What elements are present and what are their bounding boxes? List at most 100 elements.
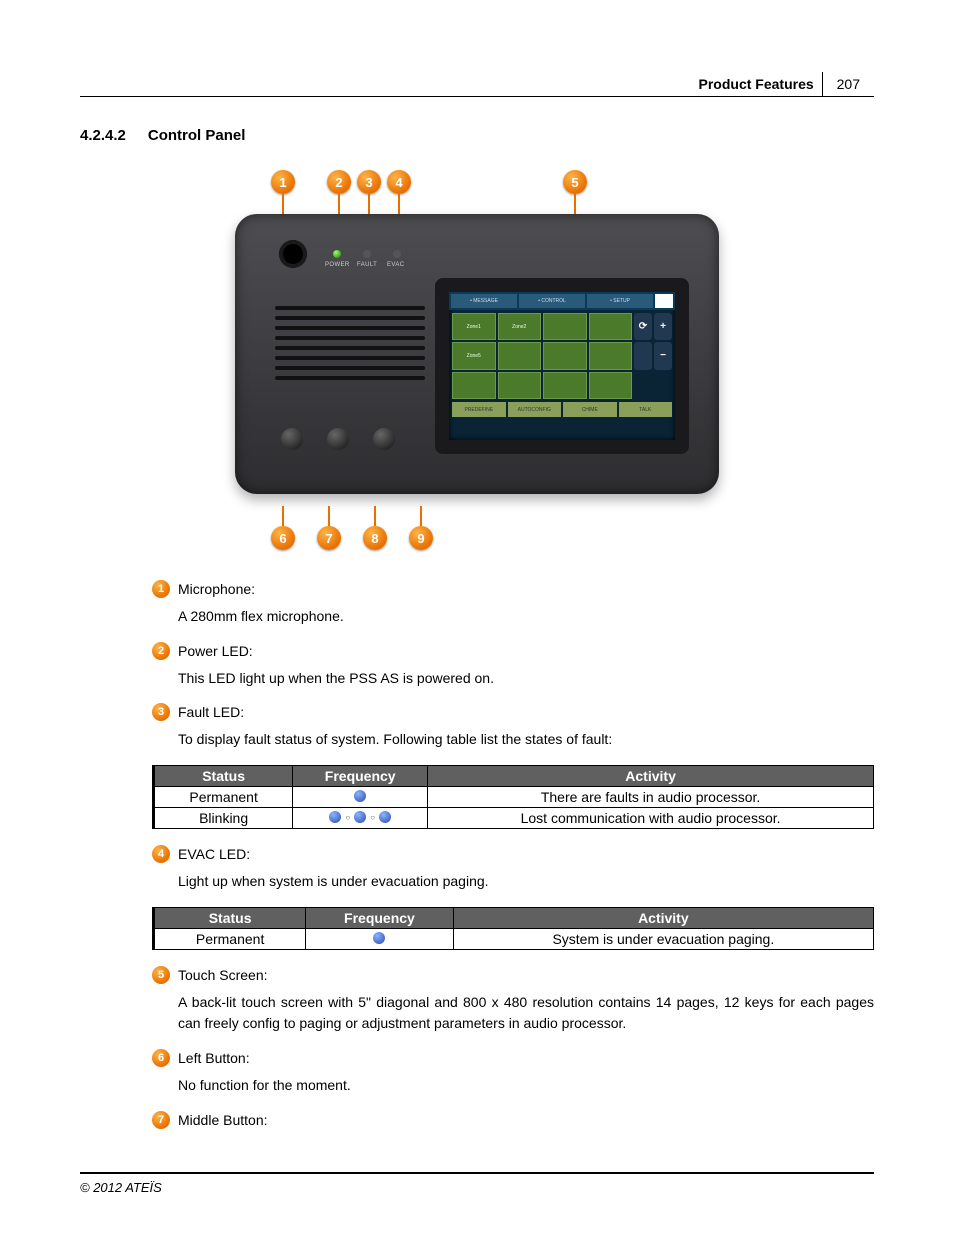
cell-status: Permanent — [154, 787, 293, 808]
table-row: PermanentSystem is under evacuation pagi… — [154, 928, 874, 949]
fault-led-icon — [363, 250, 371, 258]
microphone-port — [279, 240, 307, 268]
zone-cell — [589, 313, 633, 340]
refresh-icon: ⟳ — [634, 313, 652, 340]
led-dot-icon — [329, 811, 341, 823]
item-title: Middle Button: — [178, 1112, 268, 1128]
zone-cell — [452, 372, 496, 399]
power-led-icon — [333, 250, 341, 258]
right-button — [373, 428, 395, 450]
callout-6: 6 — [271, 526, 295, 550]
callout-4: 4 — [387, 170, 411, 194]
led-dot-icon — [354, 790, 366, 802]
item-description: A 280mm flex microphone. — [178, 606, 874, 628]
left-button — [281, 428, 303, 450]
cell-status: Blinking — [154, 808, 293, 829]
section-number: 4.2.4.2 — [80, 127, 126, 144]
control-panel-figure: 1 2 3 4 5 POWER FAULT EVAC — [217, 170, 737, 550]
item-number-badge: 6 — [152, 1049, 170, 1067]
item-title: Touch Screen: — [178, 967, 268, 983]
zone-cell: Zone5 — [452, 342, 496, 369]
col-activity: Activity — [428, 766, 874, 787]
zone-cell — [543, 342, 587, 369]
status-table: StatusFrequencyActivityPermanentSystem i… — [152, 907, 874, 950]
cell-frequency: ○○ — [293, 808, 428, 829]
feature-item: 4 EVAC LED: Light up when system is under … — [152, 845, 874, 893]
cell-frequency — [293, 787, 428, 808]
speaker-grille — [275, 306, 425, 386]
item-number-badge: 4 — [152, 845, 170, 863]
power-led-label: POWER — [325, 262, 350, 268]
feature-item: 2 Power LED: This LED light up when the PS… — [152, 642, 874, 690]
zone-cell — [543, 313, 587, 340]
item-title: EVAC LED: — [178, 846, 250, 862]
feature-item: 5 Touch Screen: A back-lit touch screen wi… — [152, 966, 874, 1035]
callout-9: 9 — [409, 526, 433, 550]
zone-cell: Zone1 — [452, 313, 496, 340]
table-row: Permanent There are faults in audio proce… — [154, 787, 874, 808]
item-title: Power LED: — [178, 643, 253, 659]
col-status: Status — [154, 907, 306, 928]
screen-tab: • MESSAGE — [451, 294, 517, 308]
led-dot-icon — [373, 932, 385, 944]
callout-2: 2 — [327, 170, 351, 194]
item-description: No function for the moment. — [178, 1075, 874, 1097]
evac-led-icon — [393, 250, 401, 258]
item-number-badge: 7 — [152, 1111, 170, 1129]
zone-cell: Zone2 — [498, 313, 542, 340]
feature-item: 1 Microphone: A 280mm flex microphone. — [152, 580, 874, 628]
feature-item: 7 Middle Button: — [152, 1111, 874, 1129]
section-heading: 4.2.4.2 Control Panel — [80, 127, 874, 144]
feature-item: 3Fault LED:To display fault status of sy… — [152, 703, 874, 751]
status-table: StatusFrequencyActivityPermanentThere ar… — [152, 765, 874, 829]
screen-bottom-tab: TALK — [619, 402, 673, 417]
led-dot-icon — [354, 811, 366, 823]
zone-cell — [589, 372, 633, 399]
plus-icon: + — [654, 313, 672, 340]
callout-7: 7 — [317, 526, 341, 550]
item-number-badge: 2 — [152, 642, 170, 660]
callout-1: 1 — [271, 170, 295, 194]
col-status: Status — [154, 766, 293, 787]
cell-activity: Lost communication with audio processor. — [428, 808, 874, 829]
evac-led-label: EVAC — [387, 262, 405, 268]
item-description: A back-lit touch screen with 5" diagonal… — [178, 992, 874, 1035]
cell-frequency — [306, 928, 454, 949]
led-dot-icon — [379, 811, 391, 823]
footer-copyright: © 2012 ATEÏS — [80, 1172, 874, 1195]
minus-icon: − — [654, 342, 672, 369]
item-number-badge: 5 — [152, 966, 170, 984]
callout-5: 5 — [563, 170, 587, 194]
table-row: Blinking○○Lost communication with audio … — [154, 808, 874, 829]
page-number: 207 — [823, 72, 874, 96]
zone-cell — [498, 342, 542, 369]
col-frequency: Frequency — [306, 907, 454, 928]
feature-item: 6 Left Button: No function for the moment. — [152, 1049, 874, 1097]
item-title: Microphone: — [178, 581, 255, 597]
item-description: This LED light up when the PSS AS is pow… — [178, 668, 874, 690]
zone-cell — [589, 342, 633, 369]
item-title: Left Button: — [178, 1050, 250, 1066]
screen-tab: • CONTROL — [519, 294, 585, 308]
cell-activity: There are faults in audio processor. — [428, 787, 874, 808]
device-body: POWER FAULT EVAC • MESSAGE • CONTROL — [235, 214, 719, 494]
screen-tab: • SETUP — [587, 294, 653, 308]
col-activity: Activity — [453, 907, 873, 928]
middle-button — [327, 428, 349, 450]
section-title: Control Panel — [148, 127, 246, 144]
cell-status: Permanent — [154, 928, 306, 949]
zone-cell — [543, 372, 587, 399]
header-title: Product Features — [691, 72, 823, 96]
zone-cell — [498, 372, 542, 399]
touch-screen: • MESSAGE • CONTROL • SETUP Zone1 Zone2 … — [435, 278, 689, 454]
screen-bottom-tab: CHIME — [563, 402, 617, 417]
header-rule: Product Features 207 — [80, 72, 874, 97]
callout-3: 3 — [357, 170, 381, 194]
screen-bottom-tab: AUTOCONFIG — [508, 402, 562, 417]
item-number-badge: 3 — [152, 703, 170, 721]
screen-bottom-tab: PREDEFINE — [452, 402, 506, 417]
item-number-badge: 1 — [152, 580, 170, 598]
item-description: Light up when system is under evacuation… — [178, 871, 874, 893]
item-title: Fault LED: — [178, 704, 244, 720]
fault-led-label: FAULT — [357, 262, 377, 268]
